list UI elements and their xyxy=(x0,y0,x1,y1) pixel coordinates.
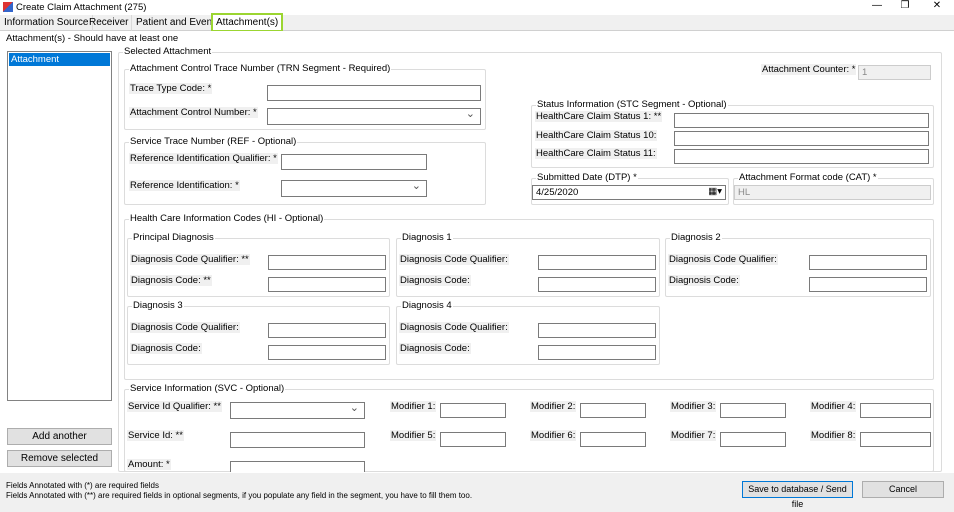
diagnosis-qualifier-input[interactable] xyxy=(268,255,386,270)
tab-patient-and-event[interactable]: Patient and Event xyxy=(133,15,219,31)
ref-qualifier-input[interactable] xyxy=(281,154,427,170)
amount-label: Amount: * xyxy=(127,459,171,470)
modifier-8-label: Modifier 8: xyxy=(810,430,857,441)
diagnosis-code-input[interactable] xyxy=(538,277,656,292)
status1-label: HealthCare Claim Status 1: ** xyxy=(535,111,663,122)
acn-label: Attachment Control Number: * xyxy=(129,107,258,118)
trace-type-input[interactable] xyxy=(267,85,481,101)
cancel-button[interactable]: Cancel xyxy=(862,481,944,498)
diagnosis-qualifier-input[interactable] xyxy=(538,255,656,270)
modifier-7-label: Modifier 7: xyxy=(670,430,717,441)
diagnosis-qualifier-label: Diagnosis Code Qualifier: xyxy=(130,322,240,333)
save-send-button[interactable]: Save to database / Send file xyxy=(742,481,853,509)
tab-receiver[interactable]: Receiver xyxy=(86,15,133,31)
attachment-list[interactable]: Attachment xyxy=(7,51,112,401)
calendar-dropdown-icon[interactable]: ▦▾ xyxy=(708,186,722,197)
diagnosis-code-input[interactable] xyxy=(809,277,927,292)
modifier-1-input[interactable] xyxy=(440,403,506,418)
ref-qualifier-label: Reference Identification Qualifier: * xyxy=(129,153,278,164)
cat-input[interactable]: HL xyxy=(734,185,931,200)
modifier-1-label: Modifier 1: xyxy=(390,401,437,412)
diagnosis-code-input[interactable] xyxy=(268,277,386,292)
dtp-group-title: Submitted Date (DTP) * xyxy=(536,172,638,183)
modifier-6-input[interactable] xyxy=(580,432,646,447)
diagnosis-code-label: Diagnosis Code: xyxy=(130,343,202,354)
amount-input[interactable] xyxy=(230,461,365,472)
ref-id-select[interactable] xyxy=(281,179,427,197)
hi-group-title: Health Care Information Codes (HI - Opti… xyxy=(129,213,325,224)
modifier-5-input[interactable] xyxy=(440,432,506,447)
attachments-group-title: Attachment(s) - Should have at least one xyxy=(6,33,179,44)
submitted-date-picker[interactable]: 4/25/2020 ▦▾ xyxy=(532,185,726,200)
status11-input[interactable] xyxy=(674,149,929,164)
modifier-8-input[interactable] xyxy=(860,432,931,447)
add-another-button[interactable]: Add another xyxy=(7,428,112,445)
tab-information-source[interactable]: Information Source xyxy=(1,15,93,31)
diagnosis-code-input[interactable] xyxy=(538,345,656,360)
diagnosis-qualifier-label: Diagnosis Code Qualifier: xyxy=(399,322,509,333)
list-item[interactable]: Attachment xyxy=(9,53,110,66)
modifier-4-label: Modifier 4: xyxy=(810,401,857,412)
remove-selected-button[interactable]: Remove selected xyxy=(7,450,112,467)
diagnosis-group-title: Diagnosis 1 xyxy=(401,232,453,243)
service-id-qualifier-label: Service Id Qualifier: ** xyxy=(127,401,222,412)
diagnosis-qualifier-input[interactable] xyxy=(268,323,386,338)
title-bar: Create Claim Attachment (275) — ❐ ✕ xyxy=(0,0,954,15)
diagnosis-code-label: Diagnosis Code: ** xyxy=(130,275,212,286)
stc-group-title: Status Information (STC Segment - Option… xyxy=(536,99,728,110)
diagnosis-group-title: Diagnosis 3 xyxy=(132,300,184,311)
diagnosis-code-label: Diagnosis Code: xyxy=(668,275,740,286)
trn-group-title: Attachment Control Trace Number (TRN Seg… xyxy=(129,63,392,74)
ref-group-title: Service Trace Number (REF - Optional) xyxy=(129,136,298,147)
modifier-5-label: Modifier 5: xyxy=(390,430,437,441)
modifier-4-input[interactable] xyxy=(860,403,931,418)
diagnosis-group-title: Diagnosis 4 xyxy=(401,300,453,311)
diagnosis-qualifier-label: Diagnosis Code Qualifier: ** xyxy=(130,254,250,265)
diagnosis-qualifier-input[interactable] xyxy=(538,323,656,338)
minimize-button[interactable]: — xyxy=(862,0,892,13)
status11-label: HealthCare Claim Status 11: xyxy=(535,148,657,159)
service-id-label: Service Id: ** xyxy=(127,430,184,441)
footer: Fields Annotated with (*) are required f… xyxy=(0,473,954,509)
diagnosis-qualifier-input[interactable] xyxy=(809,255,927,270)
selected-attachment-title: Selected Attachment xyxy=(123,46,213,57)
trace-type-label: Trace Type Code: * xyxy=(129,83,213,94)
modifier-2-input[interactable] xyxy=(580,403,646,418)
close-button[interactable]: ✕ xyxy=(922,0,952,13)
diagnosis-code-label: Diagnosis Code: xyxy=(399,275,471,286)
status10-input[interactable] xyxy=(674,131,929,146)
optional-required-note: Fields Annotated with (**) are required … xyxy=(6,491,473,500)
diagnosis-qualifier-label: Diagnosis Code Qualifier: xyxy=(668,254,778,265)
diagnosis-code-label: Diagnosis Code: xyxy=(399,343,471,354)
diagnosis-group-title: Principal Diagnosis xyxy=(132,232,215,243)
tab-attachments[interactable]: Attachment(s) xyxy=(211,13,284,32)
modifier-3-input[interactable] xyxy=(720,403,786,418)
status10-label: HealthCare Claim Status 10: xyxy=(535,130,658,141)
restore-button[interactable]: ❐ xyxy=(890,0,920,13)
required-note: Fields Annotated with (*) are required f… xyxy=(6,481,159,490)
diagnosis-group-title: Diagnosis 2 xyxy=(670,232,722,243)
modifier-7-input[interactable] xyxy=(720,432,786,447)
cat-group-title: Attachment Format code (CAT) * xyxy=(738,172,878,183)
service-id-input[interactable] xyxy=(230,432,365,448)
svc-group-title: Service Information (SVC - Optional) xyxy=(129,383,286,394)
service-id-qualifier-select[interactable] xyxy=(230,401,365,419)
diagnosis-qualifier-label: Diagnosis Code Qualifier: xyxy=(399,254,509,265)
modifier-3-label: Modifier 3: xyxy=(670,401,717,412)
counter-input[interactable]: 1 xyxy=(858,65,931,80)
counter-label: Attachment Counter: * xyxy=(761,64,857,75)
window-title: Create Claim Attachment (275) xyxy=(16,2,147,13)
diagnosis-code-input[interactable] xyxy=(268,345,386,360)
status1-input[interactable] xyxy=(674,113,929,128)
modifier-2-label: Modifier 2: xyxy=(530,401,577,412)
ref-id-label: Reference Identification: * xyxy=(129,180,240,191)
submitted-date-value: 4/25/2020 xyxy=(536,187,579,198)
acn-select[interactable] xyxy=(267,107,481,125)
app-icon xyxy=(3,2,13,12)
modifier-6-label: Modifier 6: xyxy=(530,430,577,441)
